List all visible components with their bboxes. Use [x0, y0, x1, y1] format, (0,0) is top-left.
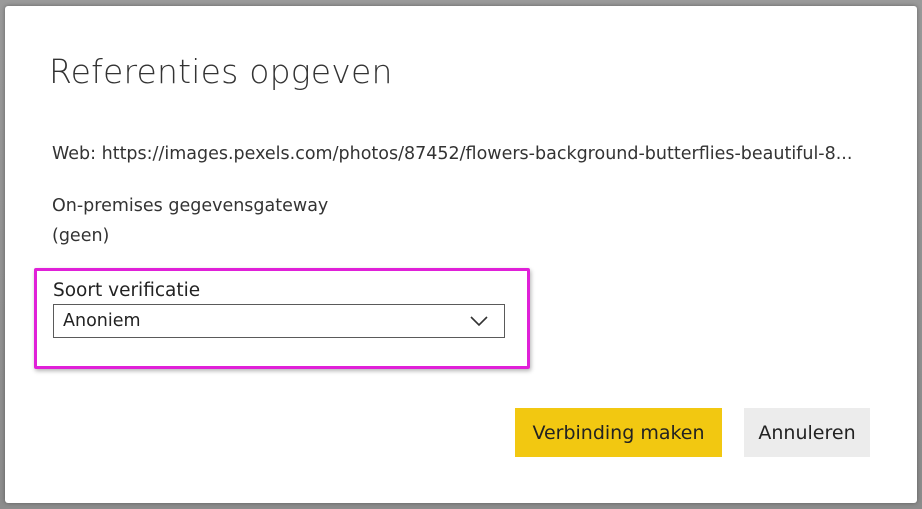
dialog-title: Referenties opgeven: [49, 52, 393, 91]
data-source-url: Web: https://images.pexels.com/photos/87…: [52, 144, 853, 164]
auth-type-selected-value: Anoniem: [63, 311, 141, 331]
auth-type-label: Soort verificatie: [53, 280, 201, 301]
credentials-dialog: Referenties opgeven Web: https://images.…: [5, 6, 917, 503]
chevron-down-icon: [470, 316, 488, 327]
gateway-value: (geen): [52, 226, 110, 246]
auth-type-dropdown[interactable]: Anoniem: [53, 304, 505, 338]
connect-button[interactable]: Verbinding maken: [515, 408, 722, 457]
gateway-label: On-premises gegevensgateway: [52, 196, 329, 216]
cancel-button[interactable]: Annuleren: [744, 408, 870, 457]
